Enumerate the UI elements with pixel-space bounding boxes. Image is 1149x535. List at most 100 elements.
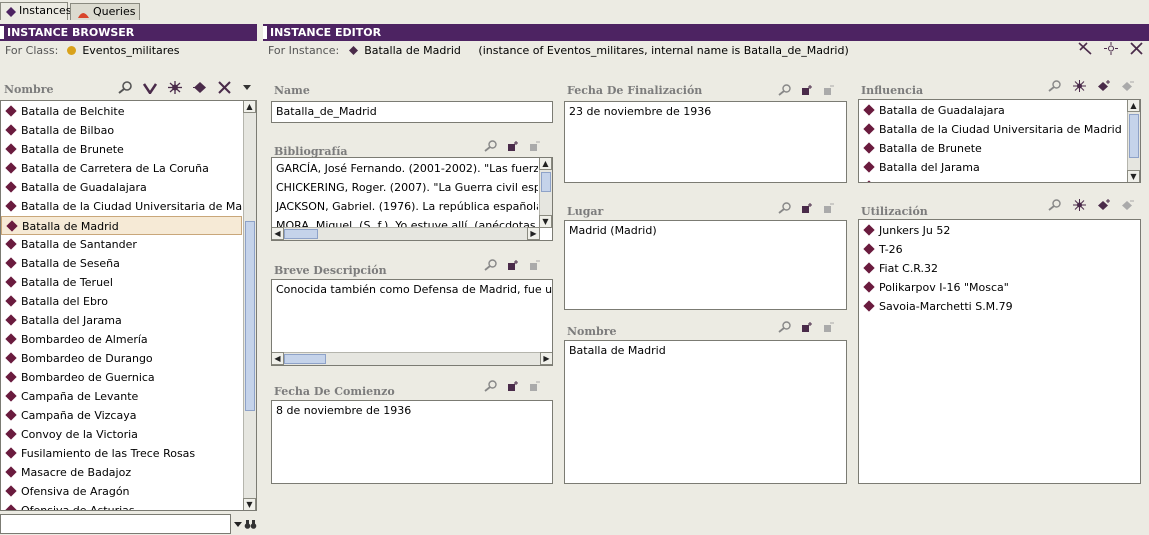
- influencia-item[interactable]: Batalla de la Ciudad Universitaria de Ma…: [859, 120, 1126, 139]
- scroll-left-icon[interactable]: ◀: [272, 352, 284, 365]
- tab-queries[interactable]: Queries: [70, 3, 140, 20]
- instance-list-item[interactable]: Bombardeo de Guernica: [1, 368, 242, 387]
- instance-list-item[interactable]: Batalla de Bilbao: [1, 121, 242, 140]
- search-icon[interactable]: [778, 83, 791, 99]
- remove-value-icon[interactable]: [823, 202, 835, 217]
- search-icon[interactable]: [484, 139, 497, 155]
- bibliografia-list[interactable]: GARCÍA, José Fernando. (2001-2002). "Las…: [271, 157, 553, 241]
- utilizacion-item[interactable]: Junkers Ju 52: [859, 221, 1140, 240]
- remove-value-icon[interactable]: [823, 321, 835, 336]
- scroll-left-icon[interactable]: ◀: [272, 227, 284, 240]
- search-icon[interactable]: [484, 379, 497, 395]
- fecha-finalizacion-field[interactable]: 23 de noviembre de 1936: [564, 101, 847, 183]
- instance-list-item[interactable]: Ofensiva de Aragón: [1, 482, 242, 501]
- search-dropdown-icon[interactable]: [232, 516, 244, 532]
- instance-list-item[interactable]: Batalla de Guadalajara: [1, 178, 242, 197]
- influencia-list[interactable]: Batalla de Guadalajara Batalla de la Ciud…: [858, 99, 1141, 183]
- instance-list-item[interactable]: Convoy de la Victoria: [1, 425, 242, 444]
- add-new-icon[interactable]: [1073, 79, 1086, 95]
- utilizacion-item[interactable]: Fiat C.R.32: [859, 259, 1140, 278]
- utilizacion-item[interactable]: T-26: [859, 240, 1140, 259]
- remove-instance-icon[interactable]: [1122, 199, 1134, 214]
- browser-search-input[interactable]: [0, 514, 231, 534]
- instance-list-item[interactable]: Batalla de la Ciudad Universitaria de Ma…: [1, 197, 242, 216]
- bibliografia-hscroll[interactable]: ◀ ▶: [272, 227, 540, 240]
- breve-hscroll[interactable]: ◀ ▶: [272, 352, 552, 365]
- utilizacion-list[interactable]: Junkers Ju 52 T-26 Fiat C.R.32 Polikarpov I…: [858, 219, 1141, 484]
- instance-list-item[interactable]: Batalla de Brunete: [1, 140, 242, 159]
- remove-value-icon[interactable]: [529, 259, 541, 274]
- scroll-right-icon[interactable]: ▶: [540, 352, 552, 365]
- references-icon[interactable]: [1104, 41, 1118, 61]
- scroll-thumb[interactable]: [284, 229, 318, 239]
- delete-icon[interactable]: [218, 80, 231, 98]
- instance-list-item[interactable]: Campaña de Levante: [1, 387, 242, 406]
- scroll-down-icon[interactable]: ▼: [243, 498, 256, 510]
- influencia-vscroll[interactable]: ▲ ▼: [1127, 100, 1140, 182]
- instance-list-item[interactable]: Batalla de Santander: [1, 235, 242, 254]
- name-field[interactable]: Batalla_de_Madrid: [271, 101, 553, 123]
- utilizacion-item[interactable]: Polikarpov I-16 "Mosca": [859, 278, 1140, 297]
- search-icon[interactable]: [1048, 198, 1061, 214]
- instance-list-item[interactable]: Batalla de Madrid: [1, 216, 242, 235]
- lugar-list[interactable]: Madrid (Madrid): [564, 220, 847, 310]
- remove-value-icon[interactable]: [823, 84, 835, 99]
- bibliografia-vscroll[interactable]: ▲ ▼: [539, 158, 552, 228]
- instance-list-item[interactable]: Batalla de Teruel: [1, 273, 242, 292]
- instance-list-item[interactable]: Ofensiva de Asturias: [1, 501, 242, 510]
- scroll-down-icon[interactable]: ▼: [539, 215, 552, 228]
- hierarchy-icon[interactable]: [168, 80, 182, 98]
- breve-descripcion-field[interactable]: Conocida también como Defensa de Madrid,…: [271, 279, 553, 366]
- instance-list-item[interactable]: Batalla de Carretera de La Coruña: [1, 159, 242, 178]
- add-value-icon[interactable]: [801, 321, 813, 336]
- create-instance-icon[interactable]: [142, 81, 158, 98]
- influencia-item[interactable]: Batalla de Guadalajara: [859, 101, 1126, 120]
- bibliografia-item[interactable]: JACKSON, Gabriel. (1976). La república e…: [272, 197, 538, 216]
- search-icon[interactable]: [484, 258, 497, 274]
- binoculars-icon[interactable]: [244, 516, 257, 532]
- instance-list-scrollbar[interactable]: ▲ ▼: [243, 101, 256, 510]
- instance-list[interactable]: Batalla de Belchite Batalla de Bilbao Bata…: [0, 100, 257, 511]
- close-editor-icon[interactable]: [1130, 41, 1143, 61]
- scroll-up-icon[interactable]: ▲: [1127, 100, 1140, 112]
- instance-list-item[interactable]: Masacre de Badajoz: [1, 463, 242, 482]
- search-icon[interactable]: [778, 320, 791, 336]
- menu-dropdown-icon[interactable]: [242, 81, 252, 98]
- influencia-item[interactable]: Batalla del Jarama: [859, 158, 1126, 177]
- instance-list-item[interactable]: Batalla del Ebro: [1, 292, 242, 311]
- remove-instance-icon[interactable]: [1122, 80, 1134, 95]
- search-icon[interactable]: [778, 201, 791, 217]
- remove-value-icon[interactable]: [529, 140, 541, 155]
- search-instance-icon[interactable]: [118, 80, 132, 98]
- instance-list-item[interactable]: Bombardeo de Durango: [1, 349, 242, 368]
- add-new-icon[interactable]: [1073, 198, 1086, 214]
- add-instance-icon[interactable]: [1098, 79, 1110, 95]
- instance-list-item[interactable]: Batalla del Jarama: [1, 311, 242, 330]
- nombre-list[interactable]: Batalla de Madrid: [564, 340, 847, 484]
- tab-instances[interactable]: Instances: [0, 2, 72, 20]
- scroll-thumb[interactable]: [1129, 114, 1139, 158]
- scroll-up-icon[interactable]: ▲: [243, 101, 256, 113]
- remove-value-icon[interactable]: [529, 380, 541, 395]
- instance-list-item[interactable]: Fusilamiento de las Trece Rosas: [1, 444, 242, 463]
- scroll-up-icon[interactable]: ▲: [539, 158, 552, 170]
- add-value-icon[interactable]: [801, 202, 813, 217]
- scroll-thumb[interactable]: [541, 172, 551, 192]
- instance-list-item[interactable]: Campaña de Vizcaya: [1, 406, 242, 425]
- fecha-comienzo-field[interactable]: 8 de noviembre de 1936: [271, 400, 553, 484]
- add-value-icon[interactable]: [507, 259, 519, 274]
- bibliografia-item[interactable]: CHICKERING, Roger. (2007). "La Guerra ci…: [272, 178, 538, 197]
- add-value-icon[interactable]: [507, 380, 519, 395]
- add-value-icon[interactable]: [507, 140, 519, 155]
- influencia-item[interactable]: Batalla de Carretera de La Coruña: [859, 177, 1126, 182]
- remove-instance-icon[interactable]: [1078, 41, 1092, 61]
- utilizacion-item[interactable]: Savoia-Marchetti S.M.79: [859, 297, 1140, 316]
- add-instance-icon[interactable]: [1098, 198, 1110, 214]
- add-value-icon[interactable]: [801, 84, 813, 99]
- scroll-thumb[interactable]: [245, 221, 255, 411]
- bibliografia-item[interactable]: GARCÍA, José Fernando. (2001-2002). "Las…: [272, 159, 538, 178]
- scroll-thumb[interactable]: [284, 354, 326, 364]
- instance-list-item[interactable]: Bombardeo de Almería: [1, 330, 242, 349]
- scroll-down-icon[interactable]: ▼: [1127, 170, 1140, 182]
- influencia-item[interactable]: Batalla de Brunete: [859, 139, 1126, 158]
